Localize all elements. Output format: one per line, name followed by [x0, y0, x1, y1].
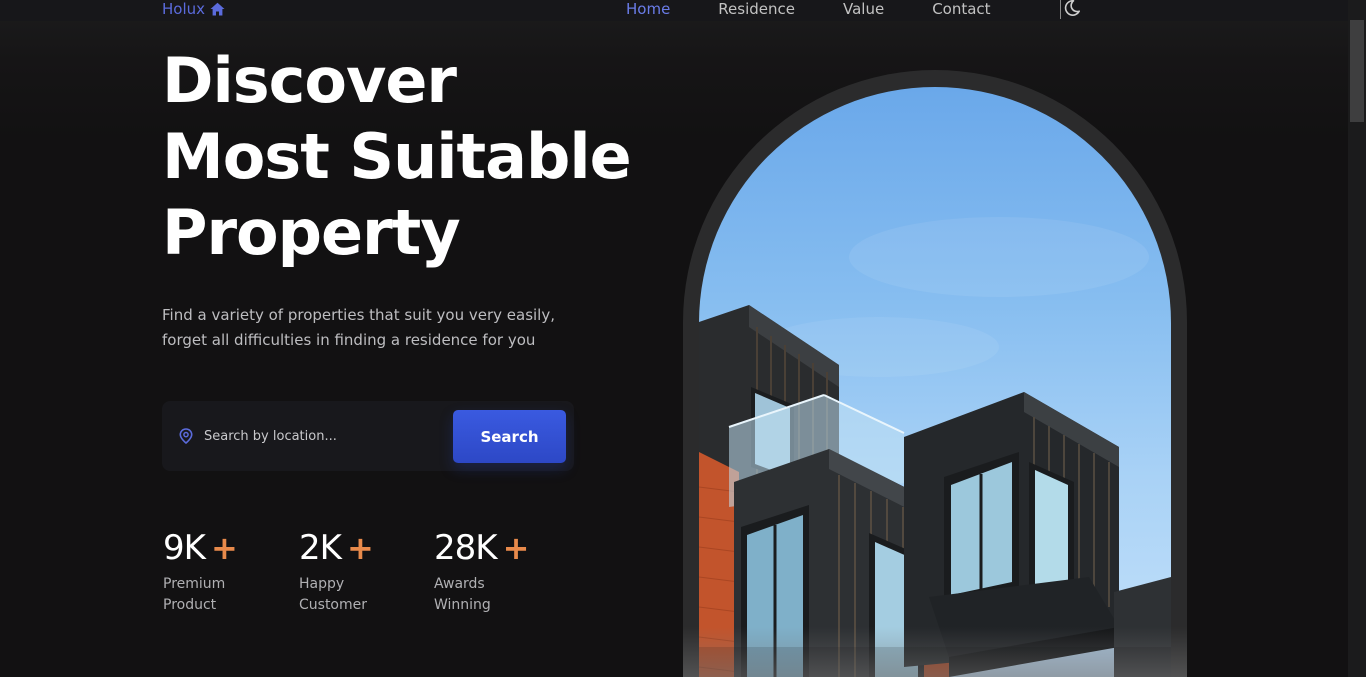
stat-happy-customer: 2K + Happy Customer — [299, 526, 374, 616]
theme-toggle-button[interactable] — [1060, 0, 1081, 19]
stat-label-line: Happy — [299, 576, 345, 592]
hero-description: Find a variety of properties that suit y… — [162, 303, 592, 353]
moon-icon — [1063, 0, 1081, 21]
stat-label-line: Product — [163, 597, 217, 613]
stat-label-line: Customer — [299, 597, 368, 613]
stat-label: Premium Product — [163, 574, 238, 616]
stat-awards-winning: 28K + Awards Winning — [434, 526, 529, 616]
logo-text: Holux — [162, 0, 206, 18]
location-pin-icon — [179, 428, 193, 448]
stat-plus: + — [502, 529, 530, 567]
stat-number: 28K — [434, 528, 498, 568]
nav-residence[interactable]: Residence — [718, 0, 795, 19]
search-button[interactable]: Search — [453, 410, 566, 463]
hero-title-line: Discover — [162, 44, 457, 117]
hero-building-image — [699, 87, 1171, 677]
header: Holux Home Residence Value Contact — [0, 0, 1348, 21]
scrollbar-thumb[interactable] — [1350, 20, 1364, 122]
main-nav: Home Residence Value Contact — [626, 0, 1039, 19]
hero-title: Discover Most Suitable Property — [162, 43, 642, 271]
home-icon — [210, 2, 225, 16]
logo[interactable]: Holux — [162, 0, 225, 19]
nav-home[interactable]: Home — [626, 0, 670, 19]
stat-number: 2K — [299, 528, 342, 568]
search-bar: Search — [162, 401, 574, 471]
nav-contact[interactable]: Contact — [932, 0, 990, 19]
hero-title-line: Property — [162, 196, 461, 269]
hero-title-line: Most Suitable — [162, 120, 632, 193]
stat-label-line: Awards — [434, 576, 485, 592]
stat-label: Awards Winning — [434, 574, 529, 616]
stat-plus: + — [346, 529, 374, 567]
stat-premium-product: 9K + Premium Product — [163, 526, 238, 616]
scrollbar[interactable] — [1348, 0, 1366, 677]
stat-label: Happy Customer — [299, 574, 374, 616]
hero-description-line: Find a variety of properties that suit y… — [162, 306, 555, 324]
nav-value[interactable]: Value — [843, 0, 884, 19]
hero-image-frame — [683, 70, 1187, 677]
hero-description-line: forget all difficulties in finding a res… — [162, 331, 536, 349]
search-input[interactable] — [204, 423, 444, 449]
stat-plus: + — [210, 529, 238, 567]
stat-label-line: Premium — [163, 576, 226, 592]
page: Holux Home Residence Value Contact Disco… — [0, 0, 1366, 677]
stat-number: 9K — [163, 528, 206, 568]
stat-label-line: Winning — [434, 597, 491, 613]
